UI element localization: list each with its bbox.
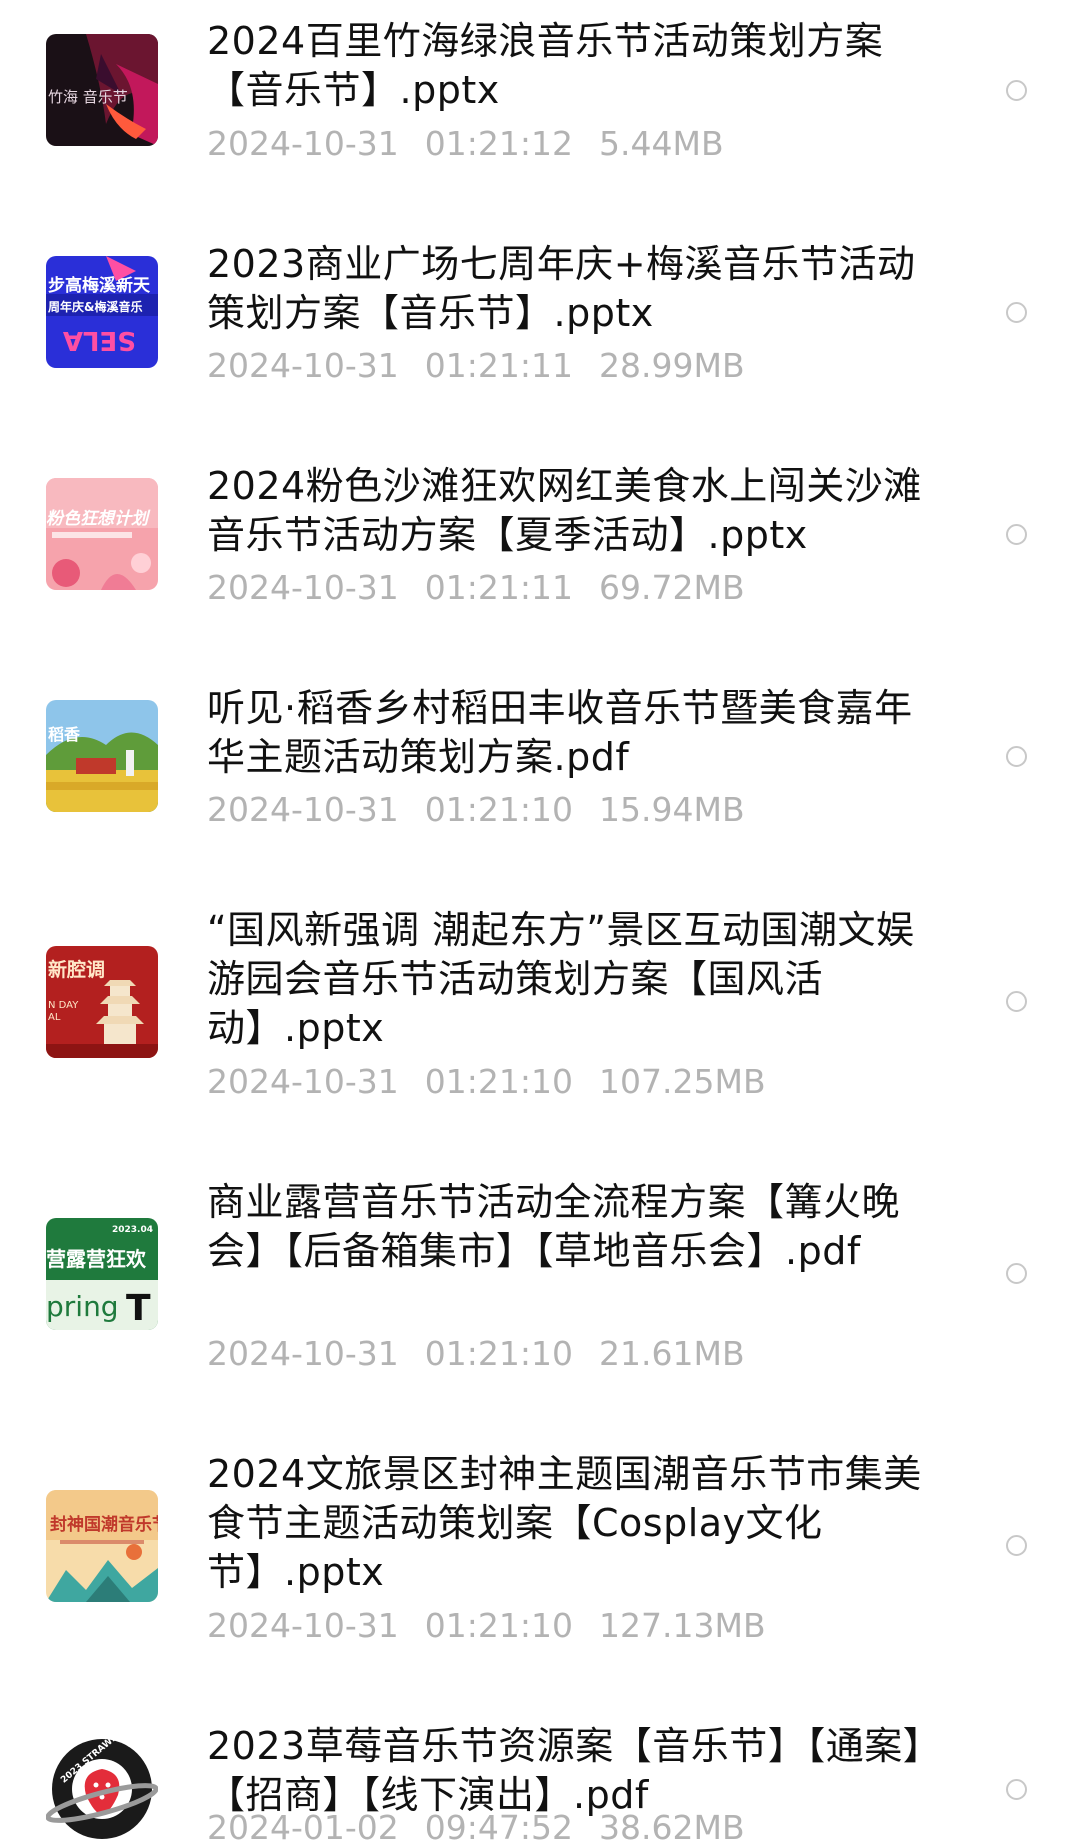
pagoda-poster-thumbnail: 新腔调 N DAY AL (46, 946, 158, 1058)
file-name: 商业露营音乐节活动全流程方案【篝火晚会】【后备箱集市】【草地音乐会】.pdf (207, 1180, 901, 1273)
select-radio[interactable] (1006, 1263, 1027, 1284)
file-time: 01:21:12 (424, 124, 573, 163)
svg-text:稻香: 稻香 (48, 725, 81, 744)
file-time: 01:21:11 (424, 346, 573, 385)
file-date: 2024-10-31 (207, 1606, 399, 1645)
strawberry-festival-logo-thumbnail: 2023 STRAWB (46, 1733, 158, 1845)
file-name: 2024粉色沙滩狂欢网红美食水上闯关沙滩音乐节活动方案【夏季活动】.pptx (207, 464, 922, 557)
select-radio[interactable] (1006, 746, 1027, 767)
music-festival-poster-thumbnail: 步高梅溪新天 周年庆&梅溪音乐 SELA (46, 256, 158, 368)
file-date: 2024-10-31 (207, 790, 399, 829)
file-time: 01:21:10 (424, 790, 573, 829)
file-date: 2024-10-31 (207, 346, 399, 385)
file-date: 2024-10-31 (207, 124, 399, 163)
file-size: 107.25MB (599, 1062, 766, 1101)
file-meta: 2024-10-31 01:21:12 5.44MB (207, 124, 724, 164)
file-meta: 2024-10-31 01:21:10 15.94MB (207, 790, 745, 830)
file-name: 2023草莓音乐节资源案【音乐节】【通案】【招商】【线下演出】.pdf (207, 1724, 923, 1817)
file-size: 28.99MB (599, 346, 745, 385)
file-time: 01:21:11 (424, 568, 573, 607)
select-radio[interactable] (1006, 1779, 1027, 1800)
guochao-poster-thumbnail: 封神国潮音乐节 (46, 1490, 158, 1602)
svg-text:周年庆&梅溪音乐: 周年庆&梅溪音乐 (48, 299, 142, 314)
select-radio[interactable] (1006, 302, 1027, 323)
file-name: 听见·稻香乡村稻田丰收音乐节暨美食嘉年华主题活动策划方案.pdf (207, 686, 913, 779)
svg-text:pring: pring (46, 1290, 119, 1323)
file-date: 2024-01-02 (207, 1808, 399, 1847)
thumb-text: 竹海 音乐节 (48, 88, 128, 106)
file-time: 01:21:10 (424, 1062, 573, 1101)
file-size: 5.44MB (599, 124, 724, 163)
file-meta: 2024-10-31 01:21:10 107.25MB (207, 1062, 766, 1102)
file-name: 2024文旅景区封神主题国潮音乐节市集美食节主题活动策划案【Cosplay文化节… (207, 1452, 922, 1594)
file-name: “国风新强调 潮起东方”景区互动国潮文娱游园会音乐节活动策划方案【国风活动】.p… (207, 908, 915, 1050)
select-radio[interactable] (1006, 524, 1027, 545)
file-date: 2024-10-31 (207, 568, 399, 607)
file-name: 2024百里竹海绿浪音乐节活动策划方案【音乐节】.pptx (207, 19, 884, 112)
file-date: 2024-10-31 (207, 1062, 399, 1101)
file-time: 01:21:10 (424, 1334, 573, 1373)
music-festival-poster-thumbnail: 竹海 音乐节 (46, 34, 158, 146)
file-size: 21.61MB (599, 1334, 745, 1373)
svg-text:封神国潮音乐节: 封神国潮音乐节 (50, 1514, 158, 1535)
select-radio[interactable] (1006, 1535, 1027, 1556)
svg-text:SELA: SELA (63, 325, 136, 355)
file-name: 2023商业广场七周年庆+梅溪音乐节活动策划方案【音乐节】.pptx (207, 242, 916, 335)
select-radio[interactable] (1006, 991, 1027, 1012)
svg-text:粉色狂想计划: 粉色狂想计划 (46, 509, 151, 529)
file-size: 15.94MB (599, 790, 745, 829)
file-meta: 2024-10-31 01:21:10 127.13MB (207, 1606, 766, 1646)
file-meta: 2024-01-02 09:47:52 38.62MB (207, 1808, 745, 1848)
svg-text:营露营狂欢: 营露营狂欢 (46, 1247, 147, 1271)
file-time: 09:47:52 (424, 1808, 573, 1847)
file-size: 38.62MB (599, 1808, 745, 1847)
file-meta: 2024-10-31 01:21:11 28.99MB (207, 346, 745, 386)
file-size: 127.13MB (599, 1606, 766, 1645)
svg-text:2023.04: 2023.04 (112, 1225, 153, 1235)
svg-text:新腔调: 新腔调 (48, 958, 105, 981)
rice-field-poster-thumbnail: 稻香 (46, 700, 158, 812)
beach-party-poster-thumbnail: 粉色狂想计划 (46, 478, 158, 590)
select-radio[interactable] (1006, 80, 1027, 101)
file-meta: 2024-10-31 01:21:11 69.72MB (207, 568, 745, 608)
file-meta: 2024-10-31 01:21:10 21.61MB (207, 1334, 745, 1374)
file-date: 2024-10-31 (207, 1334, 399, 1373)
camping-poster-thumbnail: 2023.04 营露营狂欢 pring T (46, 1218, 158, 1330)
svg-text:步高梅溪新天: 步高梅溪新天 (48, 275, 151, 296)
file-time: 01:21:10 (424, 1606, 573, 1645)
svg-text:N DAY: N DAY (48, 1000, 79, 1011)
svg-text:AL: AL (48, 1012, 61, 1023)
svg-text:T: T (126, 1288, 151, 1329)
file-size: 69.72MB (599, 568, 745, 607)
